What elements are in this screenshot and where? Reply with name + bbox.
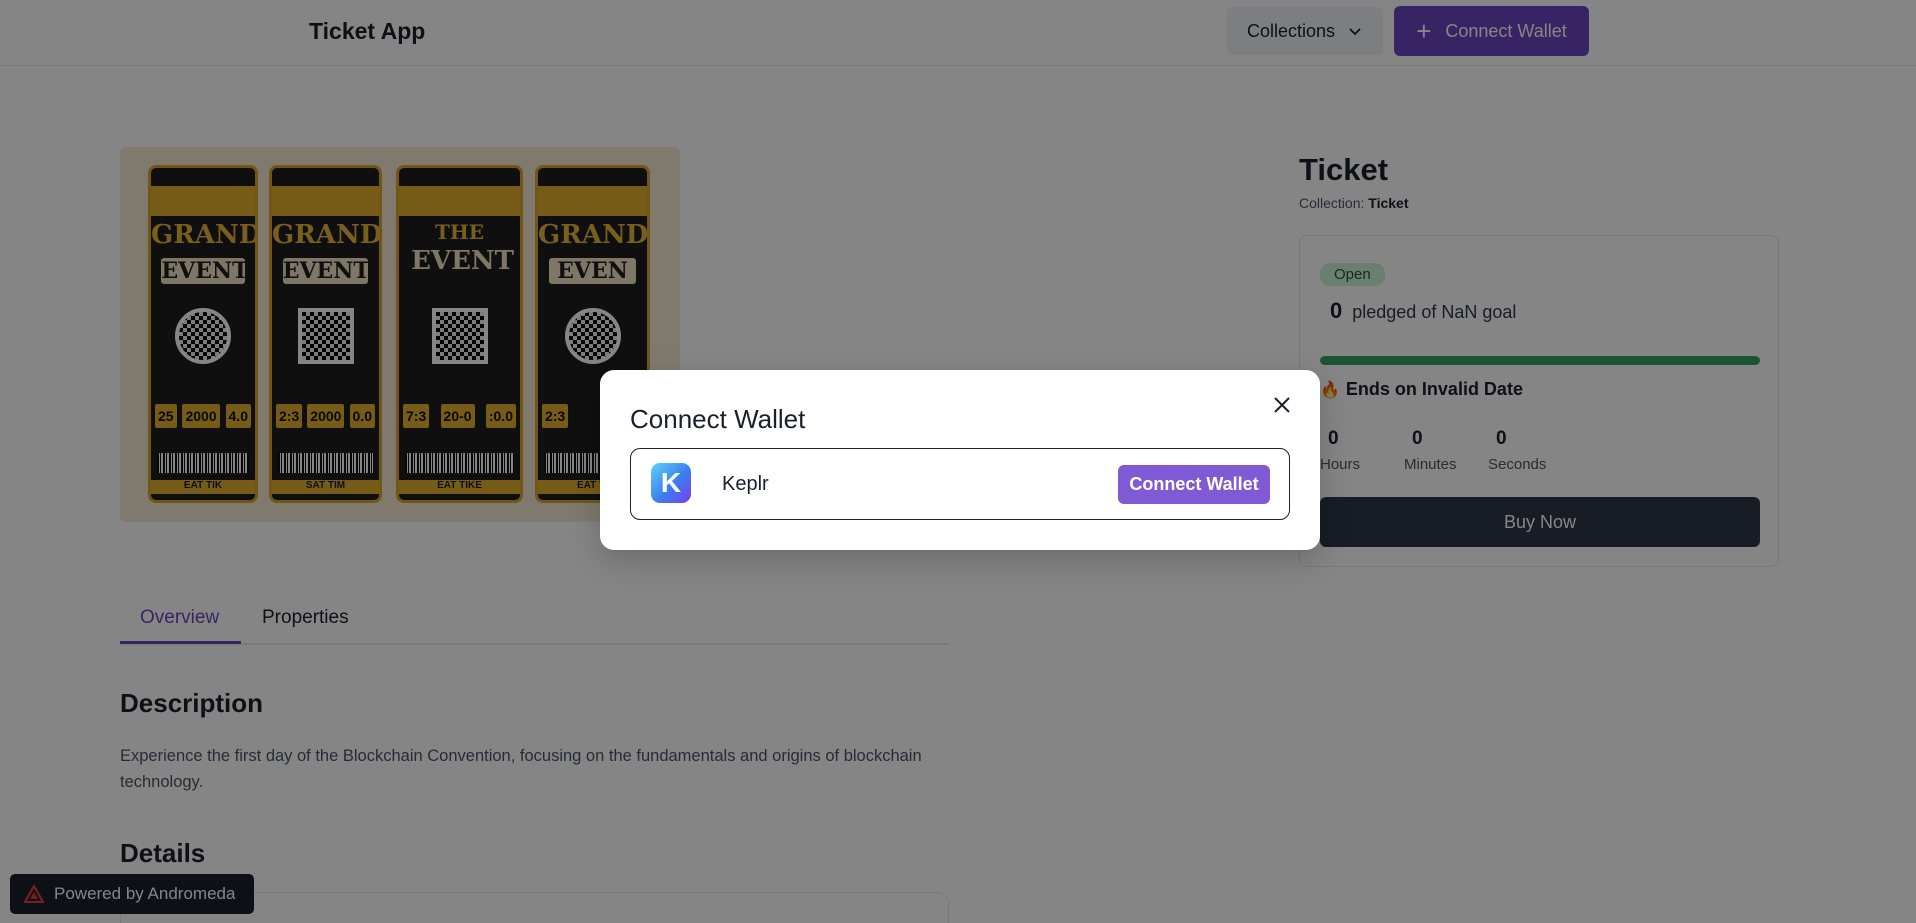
keplr-icon: K (651, 463, 691, 503)
close-icon (1274, 397, 1290, 413)
wallet-name: Keplr (722, 473, 769, 495)
connect-wallet-button[interactable]: Connect Wallet (1118, 465, 1270, 504)
connect-wallet-modal: Connect Wallet K Keplr Connect Wallet (600, 370, 1320, 550)
close-button[interactable] (1265, 388, 1299, 422)
modal-title: Connect Wallet (630, 404, 806, 434)
wallet-option-keplr[interactable]: K Keplr Connect Wallet (630, 448, 1290, 520)
